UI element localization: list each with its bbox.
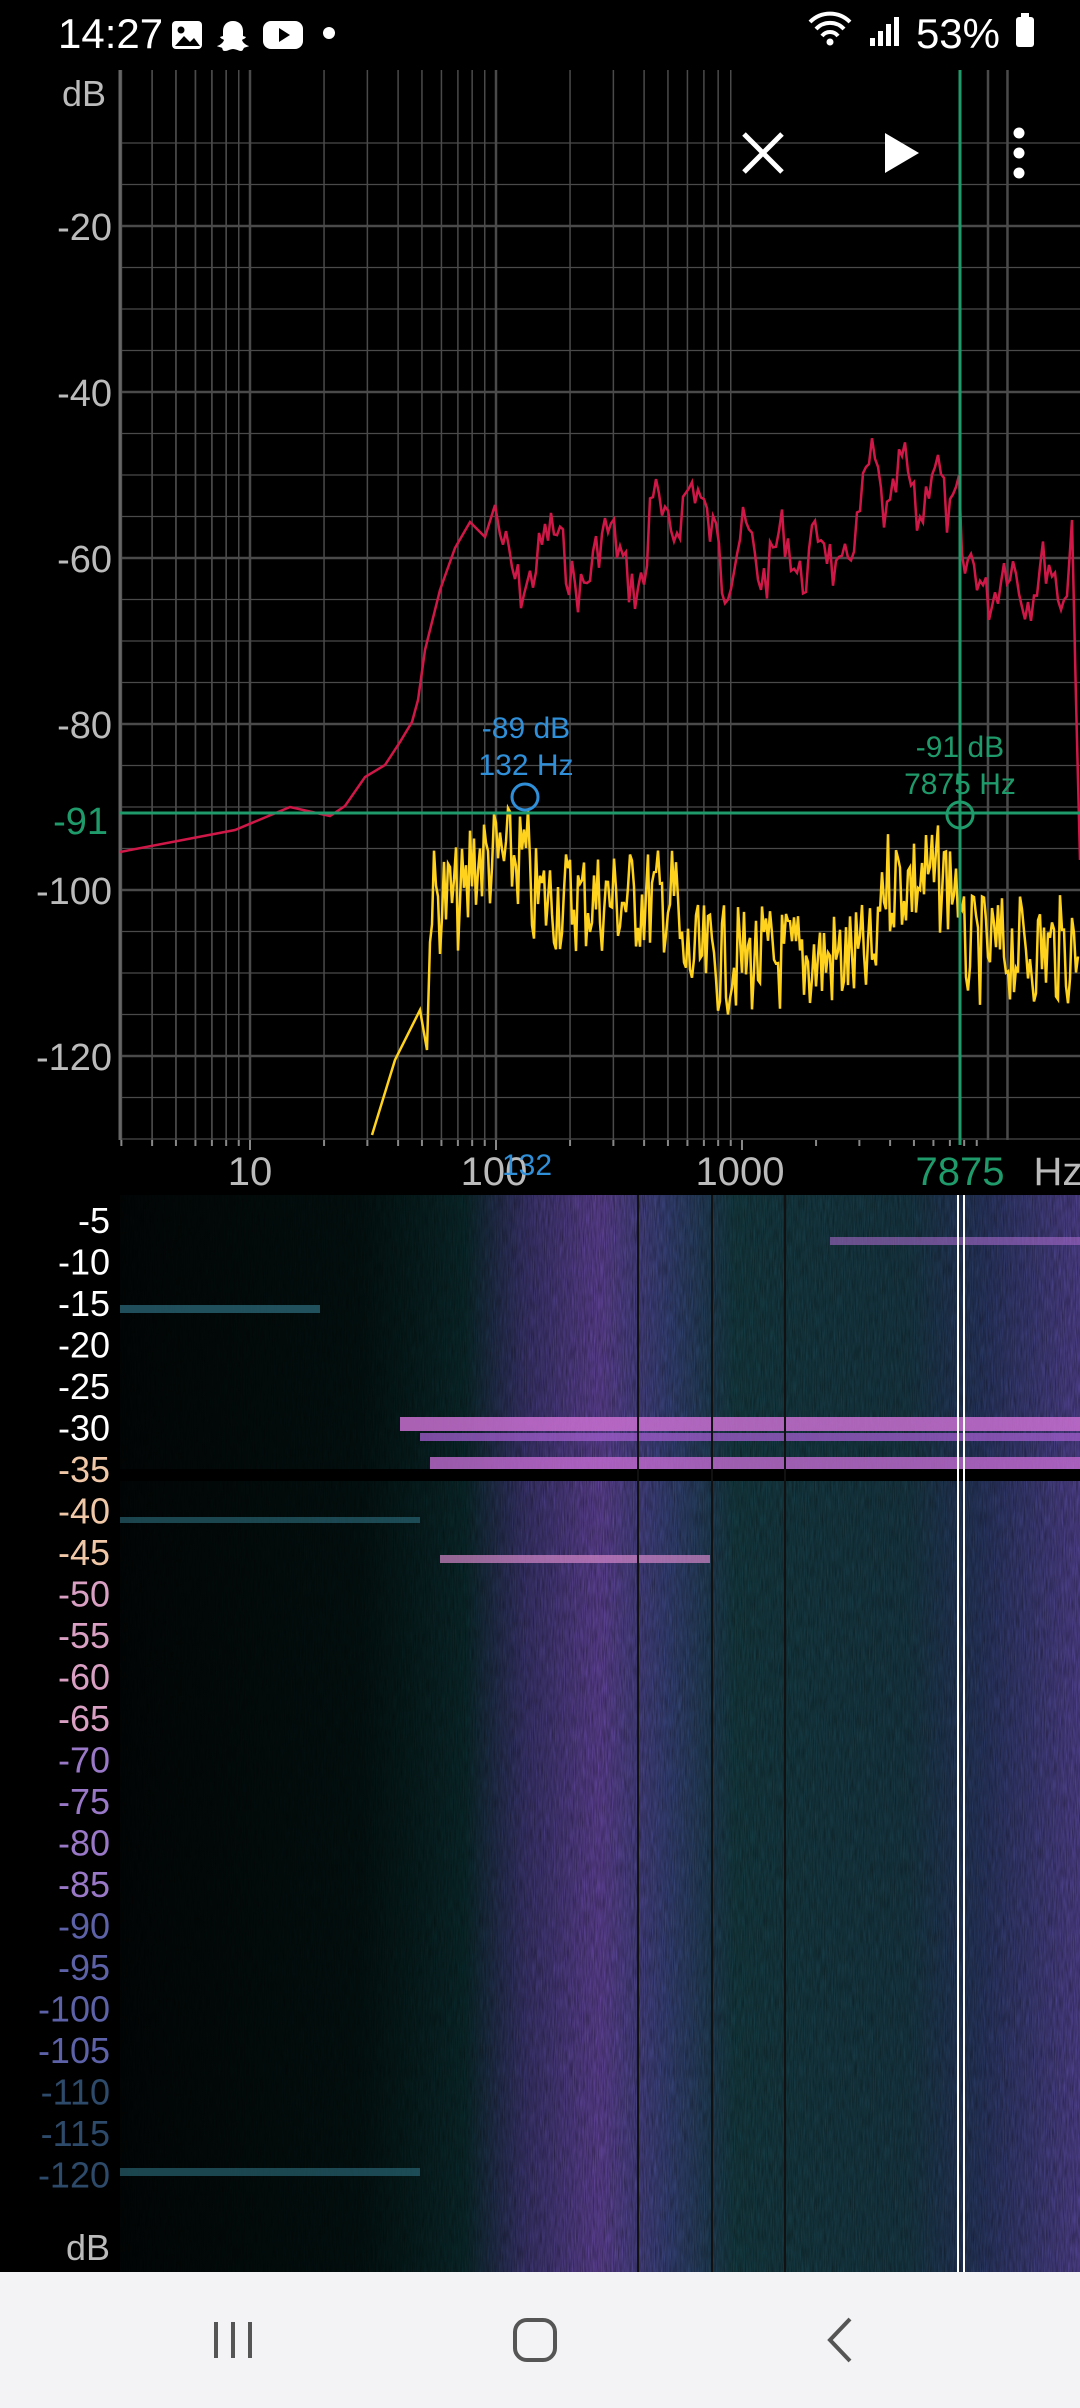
spectrogram-y-label: -20	[58, 1325, 110, 1366]
more-options-button[interactable]	[984, 118, 1054, 188]
y-tick-label: -20	[57, 207, 112, 249]
spectrogram-y-label: -60	[58, 1657, 110, 1698]
spectrogram-band	[830, 1237, 1080, 1245]
spectrogram-band	[120, 1305, 320, 1313]
spectrogram-y-label: -30	[58, 1408, 110, 1449]
spectrogram-y-label: -65	[58, 1698, 110, 1739]
more-vert-icon	[1013, 127, 1025, 179]
cursor-x-label: 7875	[916, 1150, 1005, 1194]
spectrogram-y-label: -115	[41, 2113, 110, 2154]
spectrogram-y-label: -90	[58, 1906, 110, 1947]
close-button[interactable]	[728, 118, 798, 188]
spectrogram-y-label: -80	[58, 1823, 110, 1864]
y-tick-label: -40	[57, 373, 112, 415]
spectrogram-band	[430, 1457, 1080, 1469]
spectrogram-band	[120, 1517, 420, 1523]
play-button[interactable]	[866, 118, 936, 188]
spectrum-plot[interactable]: dB -20 -40 -60 -80 -100 -120 -91 10 100 …	[0, 70, 1080, 1195]
signal-icon	[868, 10, 902, 58]
navigation-bar	[0, 2272, 1080, 2408]
wifi-icon	[806, 10, 854, 58]
x-tick-label: 10	[228, 1150, 273, 1194]
x-unit-label: Hz	[1034, 1150, 1080, 1194]
spectrogram-y-label: -55	[58, 1615, 110, 1656]
y-tick-label: -120	[36, 1037, 112, 1079]
spectrogram-y-label: -110	[41, 2072, 110, 2113]
spectrogram-band	[120, 2168, 420, 2176]
home-button[interactable]	[490, 2300, 580, 2380]
battery-icon	[1014, 10, 1036, 58]
home-icon	[513, 2318, 557, 2362]
spectrogram-band	[440, 1555, 710, 1563]
spectrogram-gap	[120, 1469, 1080, 1481]
spectrogram-y-label: -10	[58, 1242, 110, 1283]
battery-percent: 53%	[915, 10, 1000, 57]
spectrogram-y-label: -25	[58, 1366, 110, 1407]
y-tick-label: -100	[36, 871, 112, 913]
recent-apps-button[interactable]	[188, 2300, 278, 2380]
peak-hz-label: 132 Hz	[478, 749, 573, 782]
spectrogram-y-label: -15	[58, 1283, 110, 1324]
back-button[interactable]	[795, 2300, 885, 2380]
youtube-icon	[262, 18, 304, 57]
spectrogram-y-label: -75	[58, 1781, 110, 1822]
status-bar: 14:27 53%	[0, 0, 1080, 70]
y-tick-label: -60	[57, 539, 112, 581]
spectrogram-y-label: -35	[58, 1449, 110, 1490]
spectrogram-y-label: -40	[58, 1491, 110, 1532]
spectrogram-y-label: -120	[38, 2155, 110, 2196]
back-icon	[827, 2317, 852, 2363]
spectrogram-y-label: -45	[58, 1532, 110, 1573]
dot-icon	[322, 26, 336, 45]
play-icon	[885, 133, 919, 173]
y-unit-label: dB	[62, 73, 106, 114]
y-tick-label: -80	[57, 705, 112, 747]
peak-db-label: -89 dB	[482, 712, 570, 745]
snapchat-icon	[215, 18, 251, 59]
spectrogram-noise	[120, 1195, 1080, 2272]
spectrogram-y-label: -105	[38, 2030, 110, 2071]
cursor-hz-label: 7875 Hz	[904, 768, 1016, 801]
spectrogram-y-label: -5	[78, 1200, 110, 1241]
x-tick-label: 1000	[696, 1150, 785, 1194]
spectrogram-band	[420, 1433, 1080, 1441]
cursor-db-label: -91 dB	[916, 731, 1004, 764]
peak-x-label: 132	[502, 1149, 552, 1182]
spectrogram-y-label: -100	[38, 1989, 110, 2030]
gallery-icon	[170, 18, 204, 57]
close-icon	[742, 132, 784, 174]
spectrogram-y-label: -85	[58, 1864, 110, 1905]
spectrogram[interactable]: -5 -10 -15 -20 -25 -30 -35 -40 -45 -50 -55 -60 -65 -7…	[0, 1195, 1080, 2272]
spectrogram-y-label: -70	[58, 1740, 110, 1781]
spectrogram-y-label: -50	[58, 1574, 110, 1615]
spectrogram-unit-label: dB	[66, 2227, 110, 2268]
recent-apps-icon	[214, 2322, 252, 2358]
status-time: 14:27	[58, 10, 164, 57]
spectrogram-y-label: -95	[58, 1947, 110, 1988]
spectrogram-band	[400, 1417, 1080, 1431]
cursor-y-label: -91	[53, 801, 108, 843]
